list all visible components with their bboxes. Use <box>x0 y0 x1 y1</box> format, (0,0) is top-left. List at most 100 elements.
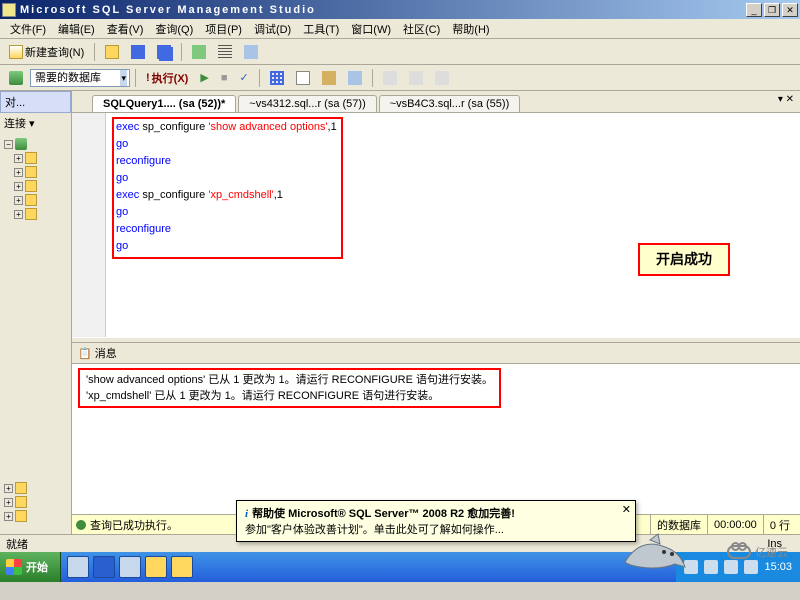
new-query-button[interactable]: 新建查询(N) <box>4 41 89 63</box>
maximize-button[interactable]: ❐ <box>764 3 780 17</box>
expand-icon[interactable]: + <box>14 210 23 219</box>
debug-button[interactable]: ▶ <box>195 68 213 87</box>
btn-save[interactable] <box>126 42 150 62</box>
results-icon <box>322 71 336 85</box>
outdent-icon <box>435 71 449 85</box>
close-button[interactable]: ✕ <box>782 3 798 17</box>
ql-powershell-icon[interactable] <box>93 556 115 578</box>
windows-icon <box>6 559 22 575</box>
text-icon <box>296 71 310 85</box>
ql-explorer-icon[interactable] <box>67 556 89 578</box>
saveall-icon <box>157 45 171 59</box>
expand-icon[interactable]: + <box>4 512 13 521</box>
connect-dropdown[interactable]: 连接 ▾ <box>0 113 71 133</box>
menu-help[interactable]: 帮助(H) <box>446 19 495 39</box>
btn-r3[interactable] <box>317 68 341 88</box>
btn-r4[interactable] <box>343 68 367 88</box>
expand-icon[interactable]: + <box>14 154 23 163</box>
shark-mascot <box>620 532 690 572</box>
tab-sqlquery1[interactable]: SQLQuery1.... (sa (52))* <box>92 95 236 112</box>
object-tree[interactable]: − + + + + + + + + <box>0 133 71 527</box>
folder-icon <box>25 152 37 164</box>
sql-editor[interactable]: exec sp_configure 'show advanced options… <box>106 113 800 337</box>
tray-icon[interactable] <box>704 560 718 574</box>
toolbar-main: 新建查询(N) <box>0 39 800 65</box>
menu-file[interactable]: 文件(F) <box>4 19 52 39</box>
tray-volume-icon[interactable] <box>724 560 738 574</box>
indent-icon <box>409 71 423 85</box>
folder-icon <box>25 180 37 192</box>
expand-icon[interactable]: + <box>14 196 23 205</box>
menu-tool[interactable]: 工具(T) <box>297 19 345 39</box>
btn-list[interactable] <box>213 42 237 62</box>
menu-project[interactable]: 项目(P) <box>199 19 248 39</box>
ready-label: 就绪 <box>6 536 28 552</box>
menu-query[interactable]: 查询(Q) <box>149 19 199 39</box>
sidebar-header: 对... <box>0 91 71 113</box>
parse-button[interactable]: ✓ <box>234 68 253 87</box>
btn-open[interactable] <box>100 42 124 62</box>
ql-folder-icon[interactable] <box>145 556 167 578</box>
highlight-box-messages: 'show advanced options' 已从 1 更改为 1。请运行 R… <box>78 368 501 408</box>
btn-outdent[interactable] <box>430 68 454 88</box>
collapse-icon[interactable]: − <box>4 140 13 149</box>
grid-icon <box>270 71 284 85</box>
ql-desktop-icon[interactable] <box>119 556 141 578</box>
start-button[interactable]: 开始 <box>0 552 61 582</box>
balloon-close-icon[interactable]: ✕ <box>622 503 631 516</box>
expand-icon[interactable]: + <box>4 484 13 493</box>
balloon-tip[interactable]: ✕ i 帮助使 Microsoft® SQL Server™ 2008 R2 愈加… <box>236 500 636 542</box>
clock[interactable]: 15:03 <box>764 561 792 573</box>
new-query-icon <box>9 45 23 59</box>
status-rows: 0 行 <box>763 515 796 534</box>
tab-close-button[interactable]: ▾ ✕ <box>778 94 794 105</box>
btn-grid[interactable] <box>265 68 289 88</box>
btn-saveall[interactable] <box>152 42 176 62</box>
menu-view[interactable]: 查看(V) <box>101 19 150 39</box>
titlebar: Microsoft SQL Server Management Studio _… <box>0 0 800 19</box>
menu-debug[interactable]: 调试(D) <box>248 19 297 39</box>
messages-tab[interactable]: 📋 消息 <box>72 343 800 364</box>
stop-button[interactable]: ■ <box>216 69 233 87</box>
folder-icon <box>15 510 27 522</box>
btn-indent[interactable] <box>404 68 428 88</box>
object-explorer: 对... 连接 ▾ − + + + + + + + + <box>0 91 72 534</box>
expand-icon[interactable]: + <box>4 498 13 507</box>
tab-vsb4c3[interactable]: ~vsB4C3.sql...r (sa (55)) <box>379 95 521 112</box>
list-icon <box>218 45 232 59</box>
execute-icon: ! <box>146 72 150 84</box>
comment-icon <box>383 71 397 85</box>
activity-icon <box>192 45 206 59</box>
btn-text[interactable] <box>291 68 315 88</box>
minimize-button[interactable]: _ <box>746 3 762 17</box>
btn-prop[interactable] <box>239 42 263 62</box>
btn-activity[interactable] <box>187 42 211 62</box>
menu-community[interactable]: 社区(C) <box>397 19 446 39</box>
info-icon: i <box>245 508 248 520</box>
messages-pane[interactable]: 'show advanced options' 已从 1 更改为 1。请运行 R… <box>72 364 800 514</box>
balloon-body: 参加"客户体验改善计划"。单击此处可了解如何操作... <box>245 521 615 537</box>
app-icon <box>2 3 16 17</box>
folder-icon <box>15 482 27 494</box>
status-time: 00:00:00 <box>707 515 763 534</box>
execute-button[interactable]: ! 执行(X) <box>141 67 193 89</box>
ql-ssms-icon[interactable] <box>171 556 193 578</box>
play-icon: ▶ <box>200 71 208 84</box>
folder-icon <box>15 496 27 508</box>
database-combo[interactable]: 需要的数据库 <box>30 69 130 87</box>
new-query-label: 新建查询(N) <box>25 44 84 60</box>
balloon-title: 帮助使 Microsoft® SQL Server™ 2008 R2 愈加完善! <box>252 508 515 520</box>
status-text: 查询已成功执行。 <box>90 517 178 533</box>
expand-icon[interactable]: + <box>14 168 23 177</box>
expand-icon[interactable]: + <box>14 182 23 191</box>
btn-db[interactable] <box>4 68 28 88</box>
execute-label: 执行(X) <box>152 70 189 86</box>
success-callout: 开启成功 <box>638 243 730 276</box>
menu-window[interactable]: 窗口(W) <box>345 19 397 39</box>
menubar: 文件(F) 编辑(E) 查看(V) 查询(Q) 项目(P) 调试(D) 工具(T… <box>0 19 800 39</box>
menu-edit[interactable]: 编辑(E) <box>52 19 101 39</box>
plan-icon <box>348 71 362 85</box>
tab-vs4312[interactable]: ~vs4312.sql...r (sa (57)) <box>238 95 376 112</box>
btn-comment[interactable] <box>378 68 402 88</box>
tray-network-icon[interactable] <box>744 560 758 574</box>
